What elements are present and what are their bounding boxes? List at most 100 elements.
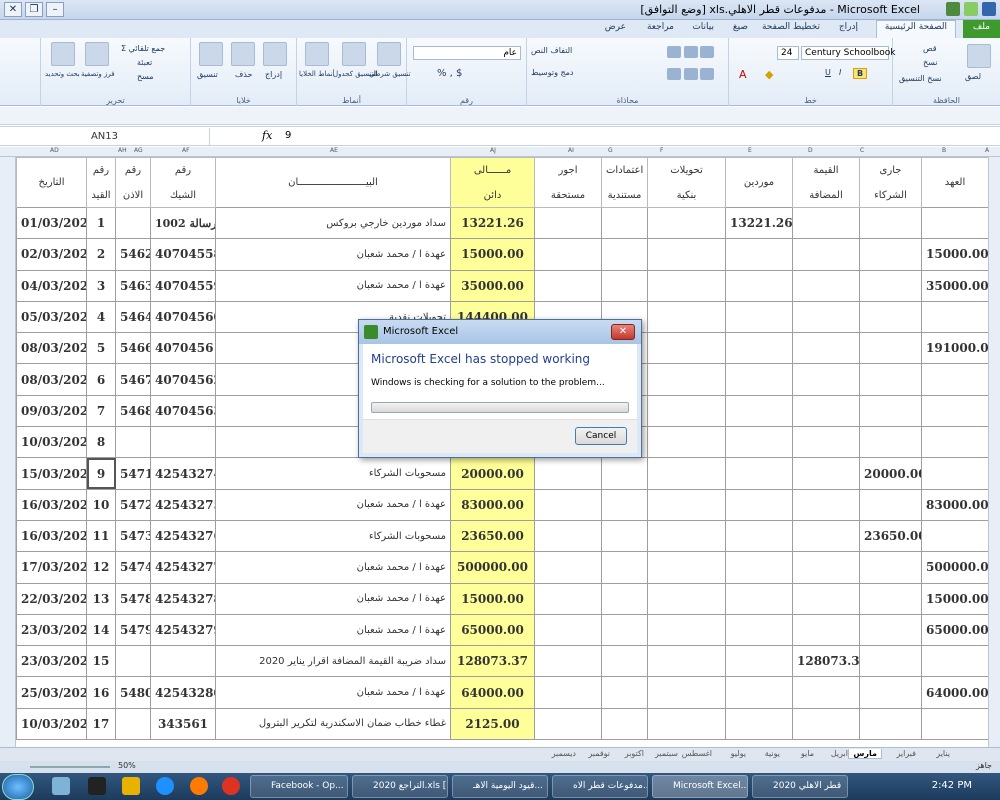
column-header[interactable]: AH (118, 147, 127, 154)
cell-suppliers[interactable] (725, 269, 793, 302)
conditional-format-icon[interactable] (377, 42, 401, 66)
cell-pay[interactable]: 5472 (115, 488, 151, 521)
cell-partners[interactable]: 20000.00 (859, 457, 922, 490)
cell-amount[interactable]: 23650.00 (450, 519, 535, 553)
tab-data[interactable]: بيانات (692, 22, 714, 32)
cell-loans[interactable]: 65000.00 (921, 613, 989, 647)
fill-color-icon[interactable]: ◆ (765, 68, 773, 81)
cell-vat[interactable] (792, 363, 860, 396)
cell-vat[interactable] (792, 394, 860, 428)
cell-date[interactable]: 04/03/2020 (16, 269, 87, 302)
name-box[interactable]: AN13 (0, 128, 210, 145)
cell-desc[interactable]: عهدة ا / محمد شعبان (215, 269, 451, 302)
format-cells-icon[interactable] (199, 42, 223, 66)
cell-pay[interactable]: 5467 (115, 363, 151, 396)
cell-empty[interactable] (601, 707, 648, 741)
cell-entry[interactable]: 11 (86, 519, 116, 553)
cell-entry[interactable]: 12 (86, 551, 116, 584)
sheet-tab[interactable]: مارس (848, 749, 882, 759)
delete-cells-icon[interactable] (231, 42, 255, 66)
cell-entry[interactable]: 16 (86, 676, 116, 709)
cell-suppliers[interactable] (725, 394, 793, 428)
cell-partners[interactable] (859, 332, 922, 365)
cell-empty[interactable] (647, 519, 726, 553)
cell-chk[interactable] (150, 426, 216, 459)
cell-suppliers[interactable] (725, 582, 793, 615)
cell-pay[interactable]: 5468 (115, 394, 151, 428)
cell-pay[interactable]: 5462 (115, 238, 151, 271)
cut-button[interactable]: قص (923, 44, 937, 53)
cell-entry[interactable]: 2 (86, 238, 116, 271)
cancel-button[interactable]: Cancel (575, 427, 627, 445)
wrap-text-button[interactable]: التفاف النص (531, 46, 572, 55)
cell-empty[interactable] (647, 488, 726, 521)
cell-amount[interactable]: 128073.37 (450, 645, 535, 678)
cell-empty[interactable] (601, 519, 648, 553)
cell-entry[interactable]: 6 (86, 363, 116, 396)
cell-desc[interactable]: عهدة ا / محمد شعبان (215, 551, 451, 584)
cell-entry[interactable]: 1 (86, 206, 116, 240)
cell-empty[interactable] (647, 269, 726, 302)
cell-partners[interactable] (859, 394, 922, 428)
undo-icon[interactable] (982, 2, 996, 16)
cell-pay[interactable] (115, 206, 151, 240)
cell-vat[interactable] (792, 300, 860, 334)
cell-chk[interactable]: 42543278 (150, 582, 216, 615)
cell-empty[interactable] (601, 206, 648, 240)
sheet-tab[interactable]: يونية (765, 749, 780, 758)
taskbar-item-excel2[interactable]: قيود اليومية الاهـ... (452, 775, 548, 798)
cell-empty[interactable] (601, 457, 648, 490)
cell-empty[interactable] (534, 519, 602, 553)
cell-chk[interactable]: 42543274 (150, 457, 216, 490)
cell-amount[interactable]: 2125.00 (450, 707, 535, 741)
cell-empty[interactable] (534, 676, 602, 709)
cell-suppliers[interactable] (725, 300, 793, 334)
cell-styles-icon[interactable] (305, 42, 329, 66)
cell-pay[interactable] (115, 426, 151, 459)
font-color-icon[interactable]: A (739, 68, 747, 81)
sort-filter-button[interactable]: فرز وتصفية (81, 70, 115, 78)
cell-partners[interactable] (859, 488, 922, 521)
column-header[interactable]: G (608, 147, 613, 154)
cell-vat[interactable] (792, 206, 860, 240)
cell-suppliers[interactable] (725, 551, 793, 584)
cell-empty[interactable] (534, 238, 602, 271)
cell-vat[interactable] (792, 676, 860, 709)
insert-button[interactable]: إدراج (265, 70, 282, 79)
cell-partners[interactable] (859, 238, 922, 271)
cell-vat[interactable] (792, 269, 860, 302)
cell-styles-button[interactable]: أنماط الخلايا (299, 70, 335, 78)
cell-empty[interactable] (647, 613, 726, 647)
chrome-browser-icon[interactable] (222, 777, 240, 795)
cell-suppliers[interactable] (725, 488, 793, 521)
cell-chk[interactable]: 40704561 (150, 332, 216, 365)
cell-empty[interactable] (534, 269, 602, 302)
cell-chk[interactable]: 40704560 (150, 300, 216, 334)
cell-empty[interactable] (534, 551, 602, 584)
cell-entry[interactable]: 14 (86, 613, 116, 647)
paste-button[interactable]: لصق (965, 72, 981, 81)
cell-suppliers[interactable] (725, 238, 793, 271)
font-size-combo[interactable]: 24 (777, 46, 799, 60)
taskbar-item-excel-active[interactable]: Microsoft Excel... (652, 775, 748, 798)
cell-amount[interactable]: 20000.00 (450, 457, 535, 490)
column-header[interactable]: AG (134, 147, 143, 154)
cell-partners[interactable]: 23650.00 (859, 519, 922, 553)
cell-entry[interactable]: 8 (86, 426, 116, 459)
cell-amount[interactable]: 500000.00 (450, 551, 535, 584)
cell-partners[interactable] (859, 300, 922, 334)
cell-empty[interactable] (534, 488, 602, 521)
cell-loans[interactable] (921, 645, 989, 678)
folder-icon[interactable] (122, 777, 140, 795)
taskbar-item-excel1[interactable]: 2020 التراجع.xls [... (352, 775, 448, 798)
cell-date[interactable]: 23/03/2020 (16, 645, 87, 678)
cell-pay[interactable]: 5463 (115, 269, 151, 302)
cell-amount[interactable]: 65000.00 (450, 613, 535, 647)
cell-desc[interactable]: سداد موردين خارجي بروكس (215, 206, 451, 240)
cell-desc[interactable]: عهدة ا / محمد شعبان (215, 676, 451, 709)
cell-vat[interactable] (792, 238, 860, 271)
font-name-combo[interactable]: Century Schoolbook (801, 46, 895, 60)
cell-empty[interactable] (647, 582, 726, 615)
cell-amount[interactable]: 15000.00 (450, 238, 535, 271)
bold-button[interactable]: B (853, 68, 868, 79)
